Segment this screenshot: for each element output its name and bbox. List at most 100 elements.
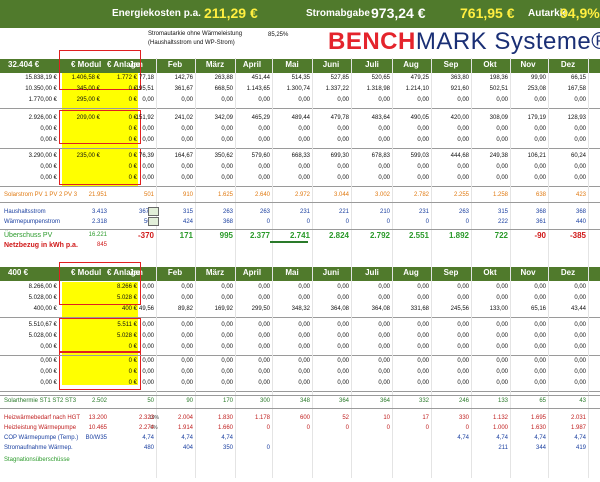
month-value: 52 [342, 415, 349, 421]
row-total: 3.413 [91, 209, 107, 215]
month-value: 0 [386, 219, 390, 225]
month-value: 222 [497, 219, 508, 225]
month-value: 195,51 [135, 86, 154, 92]
month-value: 76,39 [138, 153, 154, 159]
month-value: 0,00 [417, 369, 429, 375]
month-value: 348,32 [291, 306, 310, 312]
month-value: 668,50 [214, 86, 233, 92]
month-value: 0,00 [574, 126, 586, 132]
month-value: 0 [266, 445, 270, 451]
month-value: 0,00 [258, 322, 270, 328]
month-value: 668,33 [291, 153, 310, 159]
month-value: 344 [535, 445, 546, 451]
month-value: 4,74 [221, 435, 233, 441]
month-value: 0,00 [181, 322, 193, 328]
heizbedarf-row: Heizwärmebedarf nach HGT 13.200 10% 2.323 2.… [0, 414, 600, 423]
month-value: 424 [182, 219, 193, 225]
row-label: Überschuss PV [4, 232, 53, 239]
month-value: 579,60 [251, 153, 270, 159]
month-value: 0,00 [496, 322, 508, 328]
month-value: 0,00 [417, 164, 429, 170]
month-value: 77,18 [138, 75, 154, 81]
month-value: 49,56 [138, 306, 154, 312]
month-value: 2.004 [177, 415, 193, 421]
month-value: 0,00 [298, 284, 310, 290]
month-value: 1.000 [492, 425, 508, 431]
month-header-st-7: Aug [403, 268, 419, 277]
month-value: 1.318,98 [366, 86, 390, 92]
month-value: 0,00 [378, 369, 390, 375]
month-value: 0,00 [496, 175, 508, 181]
month-value: 444,68 [450, 153, 469, 159]
waerme-row: Wärmepumpenstrom2.3185%50442436800000022… [0, 218, 600, 227]
month-value: 0,00 [534, 295, 546, 301]
month-value: 1.258 [492, 192, 508, 198]
month-value: 332 [418, 398, 429, 404]
month-value: 699,30 [330, 153, 349, 159]
month-header-st-8: Sep [443, 268, 459, 277]
month-value: 0 [345, 219, 349, 225]
month-value: 483,64 [371, 115, 390, 121]
month-value: 210 [379, 209, 390, 215]
month-value: 0,00 [534, 126, 546, 132]
month-value: 43,44 [570, 306, 586, 312]
autarky-note-value: 85,25% [268, 32, 289, 38]
month-value: 253,08 [527, 86, 546, 92]
month-value: -90 [534, 231, 546, 240]
month-value: 1.143,65 [246, 86, 270, 92]
month-value: 170 [222, 398, 233, 404]
month-value: 0,00 [574, 97, 586, 103]
month-header-pv-2: März [205, 60, 225, 69]
month-value: 0,00 [574, 322, 586, 328]
month-value: 599,03 [410, 153, 429, 159]
month-header-st-11: Dez [560, 268, 576, 277]
selected-cell [270, 241, 308, 243]
month-value: 0,00 [221, 164, 233, 170]
month-value: 0,00 [181, 164, 193, 170]
month-value: 722 [494, 231, 508, 240]
month-value: 0,00 [298, 164, 310, 170]
month-value: 241,02 [174, 115, 193, 121]
month-value: 0,00 [417, 126, 429, 132]
month-header-st-9: Okt [483, 268, 497, 277]
month-value: 0,00 [337, 333, 349, 339]
month-value: 0,00 [457, 295, 469, 301]
month-value: 0 [306, 425, 310, 431]
month-value: 3.044 [333, 192, 349, 198]
month-value: 0,00 [298, 358, 310, 364]
month-value: 246 [458, 398, 469, 404]
month-value: 0,00 [181, 295, 193, 301]
month-value: 231 [418, 209, 429, 215]
month-value: 142,76 [174, 75, 193, 81]
month-value: 0,00 [496, 164, 508, 170]
row-label: Netzbezug in kWh p.a. [4, 242, 78, 249]
month-value: 0,00 [142, 344, 154, 350]
month-value: 0,00 [337, 322, 349, 328]
month-value: 0,00 [378, 358, 390, 364]
row-total: 8.266,00 € [28, 284, 57, 290]
month-value: 179,19 [527, 115, 546, 121]
month-value: 0,00 [337, 358, 349, 364]
month-value: 0,00 [258, 380, 270, 386]
month-value: 0,00 [221, 344, 233, 350]
row-total: 10.465 [88, 425, 107, 431]
month-value: 0,00 [496, 97, 508, 103]
month-value: 0,00 [378, 284, 390, 290]
month-value: 0,00 [298, 322, 310, 328]
month-value: 330 [458, 415, 469, 421]
month-value: 65,16 [530, 306, 546, 312]
month-value: 0,00 [221, 97, 233, 103]
month-value: 2.377 [249, 231, 270, 240]
stagnation-row: Stagnationsüberschüsse [0, 456, 600, 465]
month-value: 0,00 [378, 97, 390, 103]
month-value: 0,00 [534, 97, 546, 103]
month-value: 0,00 [574, 333, 586, 339]
month-header-st-10: Nov [520, 268, 536, 277]
month-value: 348 [299, 398, 310, 404]
ueberschuss-row: Überschuss PV 16.221 -370 171 995 2.377 2.741 2… [0, 231, 600, 240]
month-value: 0,00 [337, 284, 349, 290]
month-value: 0,00 [337, 126, 349, 132]
month-value: 1.300,74 [286, 86, 310, 92]
month-value: 0,00 [457, 175, 469, 181]
month-value: 1.892 [448, 231, 469, 240]
